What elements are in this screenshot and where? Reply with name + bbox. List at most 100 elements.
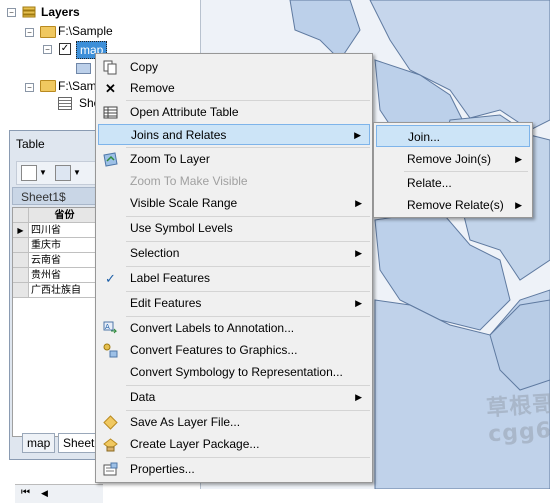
menu-item-label: Selection (130, 246, 180, 260)
convert-features-icon (103, 343, 118, 358)
menu-item-label: Zoom To Make Visible (130, 174, 248, 188)
data-source-label[interactable]: F:\Sam (58, 78, 97, 94)
menu-separator (126, 316, 370, 317)
menu-item-copy[interactable]: Copy (98, 57, 370, 78)
menu-item-selection[interactable]: Selection ▶ (98, 243, 370, 264)
collapse-icon[interactable]: − (7, 8, 16, 17)
chevron-down-icon[interactable]: ▼ (39, 168, 47, 177)
menu-item-zoom-to-make-visible: Zoom To Make Visible (98, 171, 370, 192)
watermark: 草根哥cgg6.com (485, 391, 550, 448)
submenu-item-remove-joins[interactable]: Remove Join(s) ▶ (376, 148, 530, 170)
menu-separator (126, 100, 370, 101)
menu-item-label: Save As Layer File... (130, 415, 241, 429)
layer-visibility-checkbox[interactable]: ✓ (59, 43, 71, 55)
table-options-icon[interactable] (21, 165, 37, 181)
menu-item-joins-and-relates[interactable]: Joins and Relates ▶ (98, 124, 370, 145)
table-window-title: Table (16, 137, 45, 151)
chevron-down-icon[interactable]: ▼ (73, 168, 81, 177)
row-selector[interactable] (13, 253, 29, 268)
table-tab-title[interactable]: Sheet1$ (12, 187, 102, 205)
menu-separator (126, 385, 370, 386)
layer-symbol[interactable] (76, 63, 91, 74)
row-selector[interactable] (13, 268, 29, 283)
submenu-arrow-icon: ▶ (355, 248, 362, 258)
data-frame-label[interactable]: F:\Sample (58, 23, 113, 39)
collapse-icon[interactable]: − (25, 28, 34, 37)
menu-separator (126, 291, 370, 292)
menu-item-edit-features[interactable]: Edit Features ▶ (98, 293, 370, 314)
submenu-item-label: Remove Relate(s) (407, 198, 504, 212)
menu-item-convert-symbology-to-representation[interactable]: Convert Symbology to Representation... (98, 362, 370, 383)
menu-item-create-layer-package[interactable]: Create Layer Package... (98, 434, 370, 455)
submenu-arrow-icon: ▶ (355, 298, 362, 308)
table-tabs: map Sheet1 (12, 433, 107, 453)
submenu-arrow-icon: ▶ (355, 392, 362, 402)
table-cell[interactable]: 贵州省 (29, 268, 101, 283)
menu-item-visible-scale-range[interactable]: Visible Scale Range ▶ (98, 193, 370, 214)
row-selector[interactable] (13, 238, 29, 253)
joins-relates-submenu: Join... Remove Join(s) ▶ Relate... Remov… (373, 122, 533, 218)
menu-item-convert-features-to-graphics[interactable]: Convert Features to Graphics... (98, 340, 370, 361)
menu-item-label: Edit Features (130, 296, 202, 310)
tab-map[interactable]: map (22, 433, 56, 453)
zoom-to-layer-icon (103, 152, 118, 167)
column-header[interactable]: 省份 (29, 208, 101, 223)
menu-item-label-features[interactable]: ✓ Label Features (98, 268, 370, 289)
table-cell[interactable]: 广西壮族自 (29, 283, 101, 298)
submenu-arrow-icon: ▶ (515, 200, 522, 210)
properties-icon (103, 462, 118, 477)
row-header-corner (13, 208, 29, 223)
copy-icon (103, 60, 118, 75)
table-cell[interactable]: 云南省 (29, 253, 101, 268)
menu-item-label: Joins and Relates (131, 128, 227, 142)
menu-item-remove[interactable]: ✕ Remove (98, 78, 370, 99)
table-cell[interactable]: 四川省 (29, 223, 101, 238)
submenu-item-relate[interactable]: Relate... (376, 172, 530, 194)
menu-item-use-symbol-levels[interactable]: Use Symbol Levels (98, 218, 370, 239)
submenu-arrow-icon: ▶ (355, 198, 362, 208)
menu-item-label: Remove (130, 81, 175, 95)
checkmark-icon: ✓ (105, 271, 116, 286)
menu-item-label: Visible Scale Range (130, 196, 238, 210)
submenu-arrow-icon: ▶ (515, 154, 522, 164)
submenu-item-label: Remove Join(s) (407, 152, 492, 166)
menu-item-data[interactable]: Data ▶ (98, 387, 370, 408)
menu-item-save-as-layer-file[interactable]: Save As Layer File... (98, 412, 370, 433)
menu-separator (126, 147, 370, 148)
save-layer-icon (103, 415, 118, 430)
table-cell[interactable]: 重庆市 (29, 238, 101, 253)
previous-record-icon[interactable]: ◀ (41, 488, 48, 499)
menu-item-label: Label Features (130, 271, 211, 285)
menu-item-label: Properties... (130, 462, 195, 476)
collapse-icon[interactable]: − (25, 83, 34, 92)
folder-icon (40, 80, 56, 92)
menu-item-zoom-to-layer[interactable]: Zoom To Layer (98, 149, 370, 170)
collapse-icon[interactable]: − (43, 45, 52, 54)
menu-item-label: Convert Features to Graphics... (130, 343, 298, 357)
menu-item-label: Use Symbol Levels (130, 221, 233, 235)
menu-item-properties[interactable]: Properties... (98, 459, 370, 480)
remove-icon: ✕ (105, 81, 116, 96)
submenu-item-remove-relates[interactable]: Remove Relate(s) ▶ (376, 194, 530, 216)
submenu-item-label: Relate... (407, 176, 452, 190)
submenu-item-join[interactable]: Join... (376, 125, 530, 147)
layer-context-menu: Copy ✕ Remove Open Attribute Table Joins… (95, 53, 373, 483)
related-tables-icon[interactable] (55, 165, 71, 181)
current-row-indicator[interactable]: ▶ (13, 223, 29, 238)
menu-item-label: Data (130, 390, 156, 404)
menu-item-open-attribute-table[interactable]: Open Attribute Table (98, 102, 370, 123)
record-navigator: ⏮ ◀ (15, 484, 103, 503)
menu-item-label: Create Layer Package... (130, 437, 260, 451)
folder-icon (40, 26, 56, 38)
menu-separator (126, 266, 370, 267)
menu-item-label: Copy (130, 60, 159, 74)
menu-item-convert-labels-to-annotation[interactable]: A Convert Labels to Annotation... (98, 318, 370, 339)
layers-root-label[interactable]: Layers (41, 4, 80, 20)
layers-icon (22, 6, 37, 18)
convert-labels-icon: A (103, 321, 118, 336)
menu-separator (126, 457, 370, 458)
menu-separator (126, 216, 370, 217)
submenu-item-label: Join... (408, 130, 441, 144)
attribute-grid[interactable]: 省份 ▶ 四川省 重庆市 云南省 贵州省 广西壮族自 ⏮ ◀ (12, 207, 104, 503)
row-selector[interactable] (13, 283, 29, 298)
